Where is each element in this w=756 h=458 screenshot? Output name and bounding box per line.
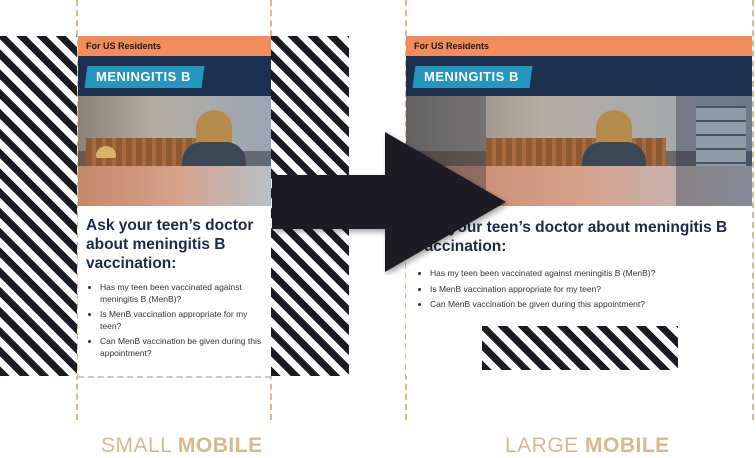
right-arrow-icon: [272, 132, 506, 272]
large-meningitis-logo: MENINGITIS B: [412, 66, 533, 88]
large-navbar: MENINGITIS B: [406, 56, 752, 96]
guide-line-large-right: [752, 0, 754, 420]
hatch-left-margin: [0, 36, 77, 376]
list-item: Can MenB vaccination be given during thi…: [100, 336, 266, 359]
small-fold-line: [78, 376, 271, 378]
list-item: Is MenB vaccination appropriate for my t…: [430, 284, 750, 296]
small-meningitis-logo: MENINGITIS B: [84, 66, 205, 88]
small-hero-photo: [78, 96, 271, 206]
small-navbar: MENINGITIS B: [78, 56, 271, 96]
large-hatch-placeholder: [482, 326, 678, 370]
list-item: Has my teen been vaccinated against meni…: [100, 282, 266, 305]
large-mobile-caption: LARGE MOBILE: [505, 434, 670, 457]
small-topbar: For US Residents: [78, 36, 271, 56]
small-question-list: Has my teen been vaccinated against meni…: [88, 282, 266, 363]
large-topbar-text: For US Residents: [414, 41, 490, 51]
list-item: Is MenB vaccination appropriate for my t…: [100, 309, 266, 332]
small-mobile-caption: SMALL MOBILE: [101, 434, 263, 457]
small-heading: Ask your teen’s doctor about meningitis …: [86, 217, 254, 272]
small-mobile-email-preview: For US Residents MENINGITIS B Ask your t…: [78, 36, 271, 376]
small-card-body: Ask your teen’s doctor about meningitis …: [78, 206, 271, 376]
small-topbar-text: For US Residents: [86, 41, 162, 51]
list-item: Can MenB vaccination be given during thi…: [430, 299, 750, 311]
large-topbar: For US Residents: [406, 36, 752, 56]
